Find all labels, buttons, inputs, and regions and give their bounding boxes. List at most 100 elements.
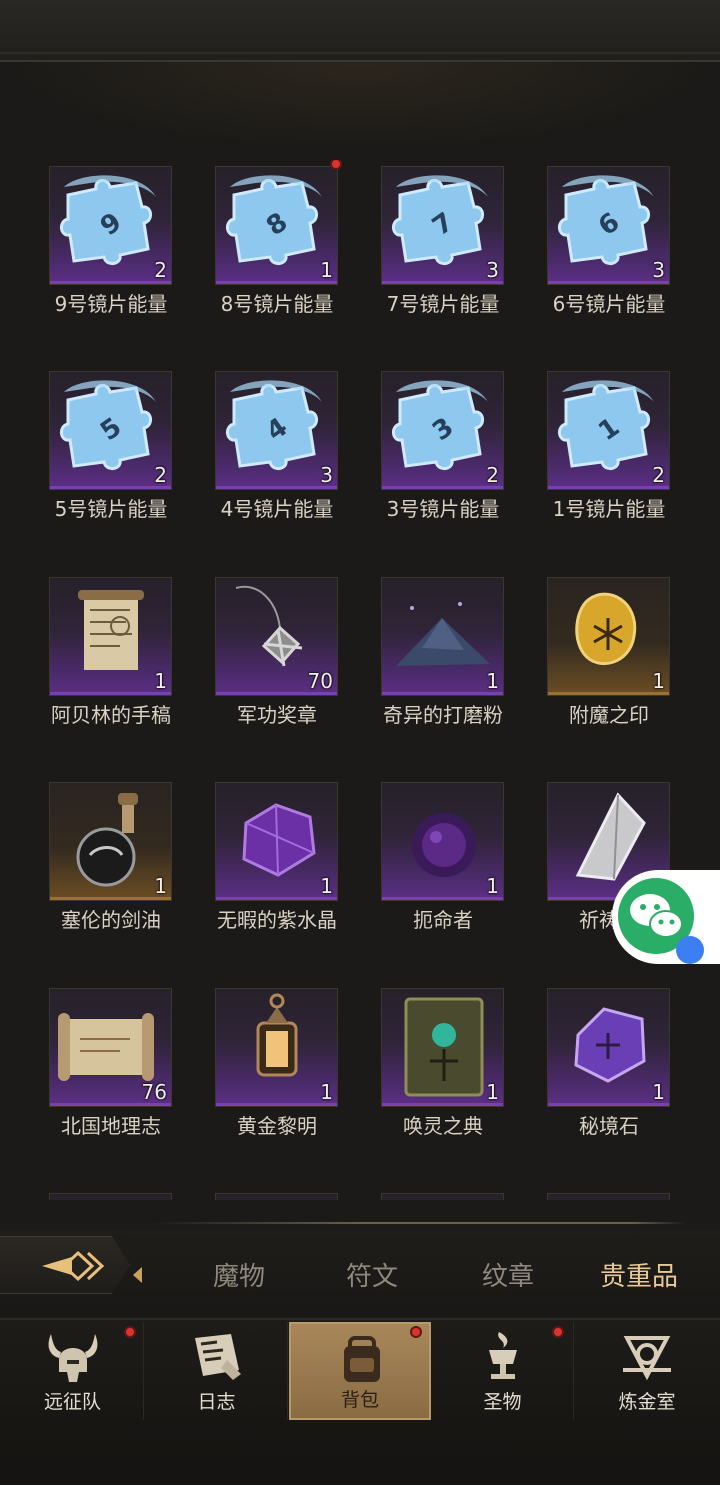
nav-label: 日志 xyxy=(197,1391,236,1413)
inventory-item-partial[interactable] xyxy=(0,1187,172,1200)
inventory-item[interactable]: 1 塞伦的剑油 xyxy=(0,776,172,956)
item-slot[interactable]: 1 xyxy=(215,782,338,901)
tabs-divider xyxy=(150,1222,685,1224)
item-slot[interactable]: 70 xyxy=(215,577,338,696)
inventory-item[interactable]: 5 2 5号镜片能量 xyxy=(0,365,172,545)
nav-backpack[interactable]: 背包 xyxy=(289,1322,431,1420)
item-name: 奇异的打磨粉 xyxy=(383,703,503,727)
inventory-item[interactable]: 76 北国地理志 xyxy=(0,982,172,1162)
nav-journal[interactable]: 日志 xyxy=(146,1322,288,1420)
item-name: 5号镜片能量 xyxy=(54,497,168,521)
inventory-item[interactable]: 1 附魔之印 xyxy=(498,571,670,751)
item-slot[interactable] xyxy=(49,1193,172,1200)
wechat-icon xyxy=(618,878,704,964)
item-name: 8号镜片能量 xyxy=(220,292,334,316)
alchemy-icon xyxy=(623,1336,671,1381)
item-count: 2 xyxy=(652,463,665,487)
inventory-item[interactable]: 8 1 8号镜片能量 xyxy=(166,160,342,340)
item-slot[interactable]: 73 xyxy=(381,166,504,285)
item-slot[interactable]: 1 xyxy=(381,577,504,696)
inventory-item[interactable]: 1 奇异的打磨粉 xyxy=(332,571,504,751)
item-slot[interactable]: 1 xyxy=(215,988,338,1107)
tab-runes[interactable]: 符文 xyxy=(346,1256,398,1293)
inventory-item[interactable]: 6 3 6号镜片能量 xyxy=(498,160,670,340)
nav-alchemy[interactable]: 炼金室 xyxy=(576,1322,718,1420)
inventory-item[interactable]: 3 2 3号镜片能量 xyxy=(332,365,504,545)
item-slot[interactable]: 12 xyxy=(547,371,670,490)
inventory-item[interactable]: 4 3 4号镜片能量 xyxy=(166,365,338,545)
inventory-item[interactable]: 7 3 7号镜片能量 xyxy=(332,160,504,340)
item-count: 76 xyxy=(141,1080,167,1104)
journal-icon xyxy=(195,1334,241,1380)
item-name: 无暇的紫水晶 xyxy=(217,908,337,932)
item-count: 1 xyxy=(652,669,665,693)
item-name: 6号镜片能量 xyxy=(552,292,666,316)
item-count: 1 xyxy=(652,1080,665,1104)
inventory-item-partial[interactable] xyxy=(498,1187,670,1200)
item-slot[interactable]: 1 xyxy=(49,782,172,901)
notification-dot xyxy=(124,1326,136,1338)
item-name: 9号镜片能量 xyxy=(54,292,168,316)
item-slot[interactable]: 92 xyxy=(49,166,172,285)
nav-label: 炼金室 xyxy=(618,1391,676,1413)
item-slot[interactable]: 63 xyxy=(547,166,670,285)
item-name: 阿贝林的手稿 xyxy=(51,703,171,727)
item-slot[interactable] xyxy=(547,1193,670,1200)
inventory-item[interactable]: 70 军功奖章 xyxy=(166,571,338,751)
item-slot[interactable]: 1 xyxy=(381,988,504,1107)
inventory-item-partial[interactable] xyxy=(166,1187,338,1200)
nav-expedition[interactable]: 远征队 xyxy=(2,1322,144,1420)
top-frame xyxy=(0,0,720,62)
item-name: 7号镜片能量 xyxy=(386,292,500,316)
item-name: 扼命者 xyxy=(413,908,473,932)
inventory-item[interactable]: 1 秘境石 xyxy=(498,982,670,1162)
inventory-item[interactable]: 1 2 1号镜片能量 xyxy=(498,365,670,545)
item-name: 塞伦的剑油 xyxy=(61,908,161,932)
item-name: 军功奖章 xyxy=(237,703,317,727)
inventory-item[interactable]: 1 阿贝林的手稿 xyxy=(0,571,172,751)
inventory-item[interactable]: 9 2 9号镜片能量 xyxy=(0,160,172,340)
notification-dot xyxy=(552,1326,564,1338)
arrow-left-icon xyxy=(42,1250,105,1282)
item-count: 70 xyxy=(307,669,333,693)
backpack-icon xyxy=(344,1336,380,1382)
nav-relics[interactable]: 圣物 xyxy=(432,1322,574,1420)
item-name: 附魔之印 xyxy=(569,703,649,727)
nav-label: 背包 xyxy=(340,1389,379,1411)
item-slot[interactable] xyxy=(381,1193,504,1200)
item-name: 黄金黎明 xyxy=(237,1114,317,1138)
item-slot[interactable] xyxy=(215,1193,338,1200)
inventory-item[interactable]: 1 无暇的紫水晶 xyxy=(166,776,338,956)
item-slot[interactable]: 52 xyxy=(49,371,172,490)
item-slot[interactable]: 43 xyxy=(215,371,338,490)
item-slot[interactable]: 76 xyxy=(49,988,172,1107)
item-slot[interactable]: 1 xyxy=(547,577,670,696)
item-slot[interactable]: 1 xyxy=(547,988,670,1107)
wechat-float-button[interactable] xyxy=(612,870,720,964)
item-name: 3号镜片能量 xyxy=(386,497,500,521)
inventory-item-partial[interactable] xyxy=(332,1187,504,1200)
item-name: 1号镜片能量 xyxy=(552,497,666,521)
item-name: 北国地理志 xyxy=(61,1114,161,1138)
item-slot[interactable]: 1 xyxy=(381,782,504,901)
horned-helmet-icon xyxy=(48,1334,98,1382)
tab-valuables[interactable]: 贵重品 xyxy=(600,1256,678,1293)
inventory-item[interactable]: 1 扼命者 xyxy=(332,776,504,956)
nav-label: 圣物 xyxy=(483,1391,522,1413)
notification-dot xyxy=(410,1326,422,1338)
item-name: 4号镜片能量 xyxy=(220,497,334,521)
item-slot[interactable]: 32 xyxy=(381,371,504,490)
tab-crests[interactable]: 纹章 xyxy=(482,1256,534,1293)
inventory-item[interactable]: 1 黄金黎明 xyxy=(166,982,338,1162)
collapse-button[interactable] xyxy=(0,1236,130,1294)
item-slot[interactable]: 1 xyxy=(49,577,172,696)
item-slot[interactable]: 81 xyxy=(215,166,338,285)
inventory-grid: 9 2 9号镜片能量 8 1 8号镜片能量 7 3 7号镜片能量 6 3 6号镜片能量 5 2 5号镜片能量… xyxy=(0,160,720,1200)
item-name: 秘境石 xyxy=(579,1114,639,1138)
top-ornament xyxy=(0,62,720,152)
chalice-icon xyxy=(489,1332,517,1379)
tab-monsters[interactable]: 魔物 xyxy=(213,1256,265,1293)
nav-label: 远征队 xyxy=(43,1391,101,1413)
item-name: 唤灵之典 xyxy=(403,1114,483,1138)
inventory-item[interactable]: 1 唤灵之典 xyxy=(332,982,504,1162)
